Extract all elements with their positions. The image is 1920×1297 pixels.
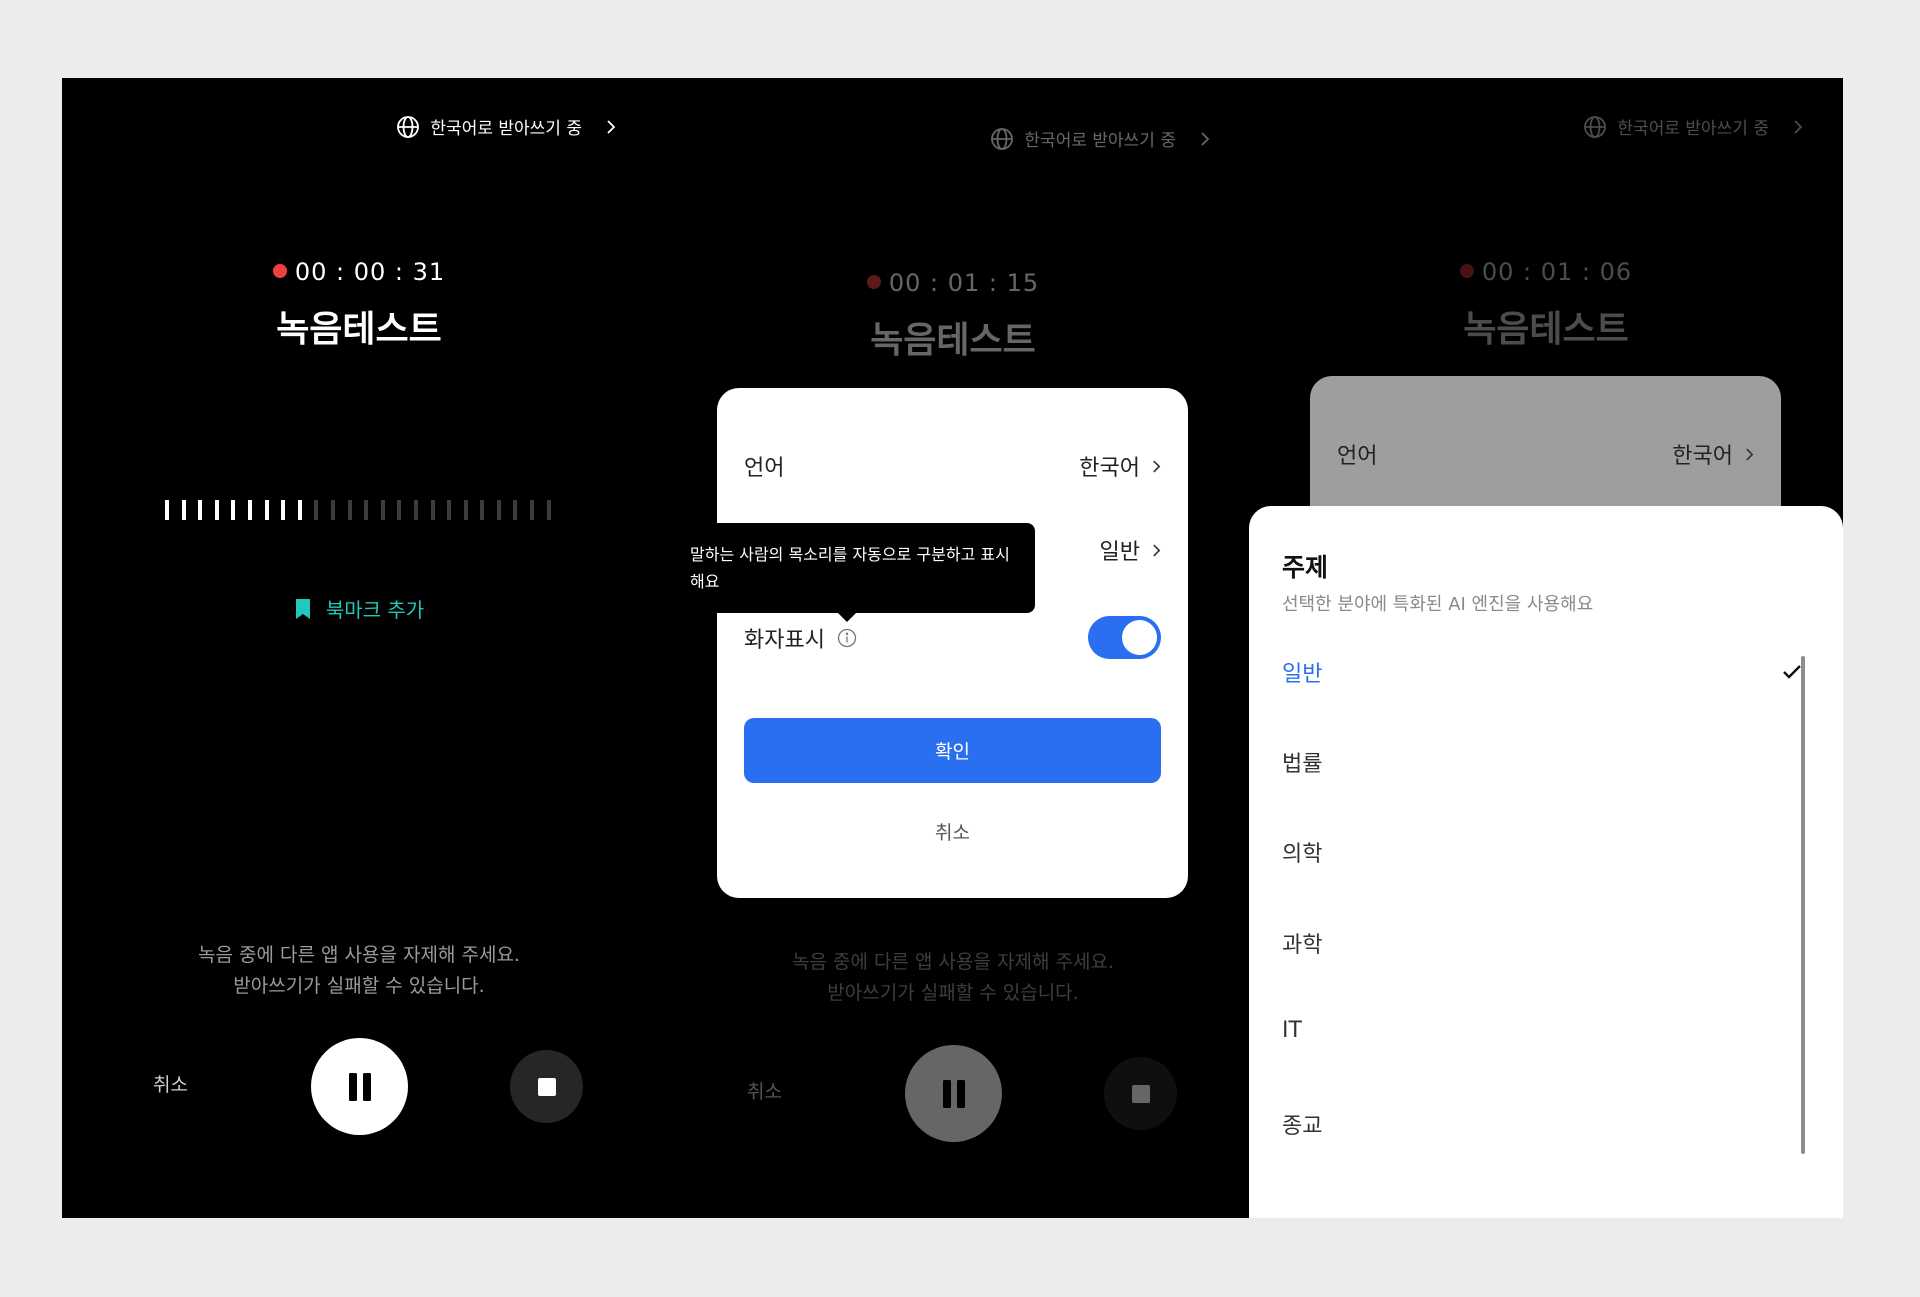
recording-timer: 00 : 01 : 15 — [656, 269, 1250, 297]
topic-option-it[interactable]: IT — [1282, 1018, 1802, 1043]
waveform-bar — [297, 500, 302, 520]
recording-title: 녹음테스트 — [1463, 309, 1629, 350]
pause-button[interactable] — [905, 1045, 1002, 1142]
waveform-bar — [364, 500, 369, 520]
scrollbar[interactable] — [1801, 656, 1805, 1154]
waveform-bar — [181, 500, 186, 520]
language-status-text: 한국어로 받아쓰기 중 — [1024, 131, 1176, 151]
app-frame: 한국어로 받아쓰기 중 00 : 00 : 31 녹음테스트 북마크 추가 녹음… — [62, 78, 1843, 1218]
cancel-recording-button[interactable]: 취소 — [747, 1077, 782, 1104]
stop-icon — [1131, 1084, 1150, 1103]
chevron-right-icon — [1153, 544, 1161, 556]
waveform-bar — [198, 500, 203, 520]
waveform-bar — [496, 500, 501, 520]
settings-dialog: 언어 한국어 일반 화자표시 확인 취소 — [717, 388, 1188, 898]
sheet-title: 주제 — [1282, 553, 1329, 582]
recording-notice: 녹음 중에 다른 앱 사용을 자제해 주세요. 받아쓰기가 실패할 수 있습니다… — [792, 951, 1114, 1004]
language-setting-row[interactable]: 언어 한국어 — [744, 450, 1161, 482]
waveform-bar — [380, 500, 385, 520]
recording-screen: 한국어로 받아쓰기 중 00 : 00 : 31 녹음테스트 북마크 추가 녹음… — [62, 78, 656, 1218]
topic-sheet-screen: 한국어로 받아쓰기 중 00 : 01 : 06 녹음테스트 언어 한국어 주제… — [1249, 78, 1843, 1218]
waveform-bar — [347, 500, 352, 520]
waveform-bar — [281, 500, 286, 520]
language-status-text: 한국어로 받아쓰기 중 — [1617, 119, 1769, 139]
topic-option-law[interactable]: 법률 — [1282, 746, 1802, 778]
recording-title: 녹음테스트 — [276, 309, 442, 350]
language-status-text: 한국어로 받아쓰기 중 — [430, 119, 582, 139]
chevron-right-icon — [1794, 119, 1803, 134]
globe-icon — [1584, 115, 1607, 138]
speaker-tooltip: 말하는 사람의 목소리를 자동으로 구분하고 표시해요 — [672, 523, 1035, 622]
cancel-recording-button[interactable]: 취소 — [153, 1070, 188, 1097]
settings-dialog-screen: 한국어로 받아쓰기 중 00 : 01 : 15 녹음테스트 녹음 중에 다른 … — [656, 78, 1250, 1218]
language-setting-row[interactable]: 언어 한국어 — [1337, 438, 1754, 470]
stop-button[interactable] — [1104, 1057, 1177, 1130]
waveform-bar — [165, 500, 169, 520]
recording-timer: 00 : 01 : 06 — [1249, 258, 1843, 286]
add-bookmark-button[interactable]: 북마크 추가 — [62, 594, 656, 623]
record-dot-icon — [866, 275, 881, 289]
speaker-setting-row: 화자표시 — [744, 616, 1161, 659]
cancel-button[interactable]: 취소 — [717, 818, 1188, 845]
waveform-bar — [397, 500, 402, 520]
waveform-bar — [430, 500, 435, 520]
waveform-bar — [530, 500, 535, 520]
waveform-bar — [413, 500, 418, 520]
chevron-right-icon — [607, 119, 616, 134]
topic-option-medicine[interactable]: 의학 — [1282, 836, 1802, 868]
waveform-bar — [231, 500, 236, 520]
recording-timer: 00 : 00 : 31 — [62, 258, 656, 286]
chevron-right-icon — [1201, 131, 1210, 146]
recording-title: 녹음테스트 — [870, 320, 1036, 361]
stop-icon — [537, 1077, 556, 1096]
globe-icon — [991, 127, 1014, 150]
chevron-right-icon — [1153, 460, 1161, 472]
stop-button[interactable] — [510, 1050, 583, 1123]
topic-option-religion[interactable]: 종교 — [1282, 1108, 1802, 1140]
record-dot-icon — [272, 264, 287, 278]
recording-notice: 녹음 중에 다른 앱 사용을 자제해 주세요. 받아쓰기가 실패할 수 있습니다… — [198, 944, 520, 997]
record-dot-icon — [1459, 264, 1474, 278]
chevron-right-icon — [1746, 448, 1754, 460]
topic-option-general[interactable]: 일반 — [1282, 656, 1802, 688]
waveform-bar — [447, 500, 452, 520]
pause-button[interactable] — [311, 1038, 408, 1135]
speaker-toggle[interactable] — [1088, 616, 1161, 659]
waveform-bar — [264, 500, 269, 520]
language-status-link[interactable]: 한국어로 받아쓰기 중 — [396, 114, 616, 139]
waveform-bar — [480, 500, 485, 520]
waveform-bar — [546, 500, 551, 520]
waveform-bar — [247, 500, 252, 520]
check-icon — [1783, 665, 1801, 679]
confirm-button[interactable]: 확인 — [744, 718, 1161, 783]
info-icon[interactable] — [837, 628, 857, 648]
language-status-link[interactable]: 한국어로 받아쓰기 중 — [1583, 114, 1803, 139]
topic-option-science[interactable]: 과학 — [1282, 927, 1802, 959]
toggle-knob — [1122, 620, 1157, 655]
waveform — [165, 500, 551, 520]
topic-bottom-sheet: 주제 선택한 분야에 특화된 AI 엔진을 사용해요 일반 법률 의학 과학 I… — [1249, 506, 1843, 1218]
pause-icon — [942, 1079, 965, 1108]
waveform-bar — [463, 500, 468, 520]
bookmark-icon — [295, 598, 310, 619]
waveform-bar — [330, 500, 335, 520]
globe-icon — [397, 115, 420, 138]
pause-icon — [348, 1072, 371, 1101]
language-status-link[interactable]: 한국어로 받아쓰기 중 — [990, 126, 1210, 151]
waveform-bar — [314, 500, 319, 520]
waveform-bar — [513, 500, 518, 520]
waveform-bar — [214, 500, 219, 520]
sheet-subtitle: 선택한 분야에 특화된 AI 엔진을 사용해요 — [1282, 594, 1594, 615]
